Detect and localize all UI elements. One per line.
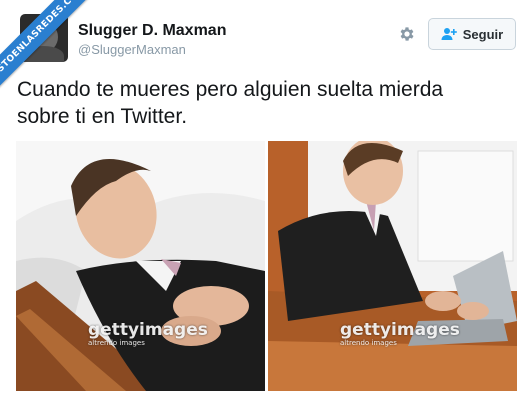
add-user-icon — [441, 28, 457, 40]
follow-button[interactable]: Seguir — [428, 18, 516, 50]
photo-watermark: gettyimages altrendo images — [340, 320, 460, 347]
tweet-text-line1: Cuando te mueres pero alguien suelta mie… — [17, 78, 444, 101]
display-name[interactable]: Slugger D. Maxman — [78, 22, 226, 40]
photo-man-with-laptop[interactable]: gettyimages altrendo images — [268, 141, 517, 391]
follow-label: Seguir — [462, 26, 504, 42]
gear-icon[interactable] — [398, 25, 416, 43]
tweet-text-line2: sobre ti en Twitter. — [17, 105, 188, 128]
photo-man-in-coffin[interactable]: gettyimages altrendo images — [16, 141, 265, 391]
photo-watermark: gettyimages altrendo images — [88, 320, 208, 347]
tweet-text: Cuando te mueres pero alguien suelta mie… — [17, 76, 517, 130]
user-handle[interactable]: @SluggerMaxman — [78, 42, 186, 57]
